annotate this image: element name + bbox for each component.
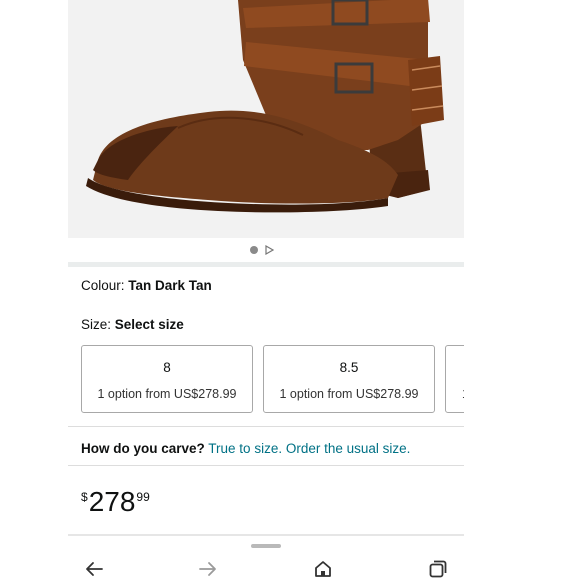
- section-divider: [68, 262, 464, 267]
- size-number: 8: [163, 360, 171, 375]
- size-number: 8.5: [339, 360, 359, 375]
- price: $ 278 99: [81, 486, 150, 518]
- tabs-icon[interactable]: [427, 558, 449, 580]
- drag-handle[interactable]: [251, 544, 281, 548]
- price-fraction: 99: [136, 490, 150, 504]
- carousel-indicator[interactable]: [250, 244, 274, 256]
- arrow-left-icon[interactable]: [83, 558, 105, 580]
- size-row: Size: Select size: [81, 317, 184, 332]
- divider: [68, 426, 464, 427]
- colour-value: Tan Dark Tan: [128, 278, 212, 293]
- arrow-right-icon[interactable]: [197, 558, 219, 580]
- product-image[interactable]: [68, 0, 464, 238]
- fit-question: How do you carve?: [81, 441, 205, 456]
- fit-answer-link[interactable]: True to size. Order the usual size.: [208, 441, 410, 456]
- carousel-dot-active[interactable]: [250, 246, 258, 254]
- home-icon[interactable]: [312, 558, 334, 580]
- size-value: Select size: [114, 317, 184, 332]
- price-whole: 278: [88, 486, 136, 517]
- colour-label: Colour:: [81, 278, 129, 293]
- size-option-price: 1 option from US$278.99: [279, 387, 419, 401]
- fit-info-row: How do you carve? True to size. Order th…: [81, 441, 410, 456]
- size-option-card-partial[interactable]: 1: [445, 345, 464, 413]
- size-options-carousel[interactable]: 8 1 option from US$278.99 8.5 1 option f…: [81, 345, 464, 413]
- size-label: Size:: [81, 317, 115, 332]
- price-currency: $: [81, 490, 88, 504]
- size-option-card[interactable]: 8.5 1 option from US$278.99: [263, 345, 435, 413]
- colour-row: Colour: Tan Dark Tan: [81, 278, 212, 293]
- boot-illustration: [68, 0, 464, 238]
- play-icon[interactable]: [264, 245, 274, 255]
- size-option-price: 1: [446, 387, 464, 401]
- size-option-price: 1 option from US$278.99: [97, 387, 237, 401]
- divider: [68, 534, 464, 536]
- divider: [68, 465, 464, 466]
- size-option-card[interactable]: 8 1 option from US$278.99: [81, 345, 253, 413]
